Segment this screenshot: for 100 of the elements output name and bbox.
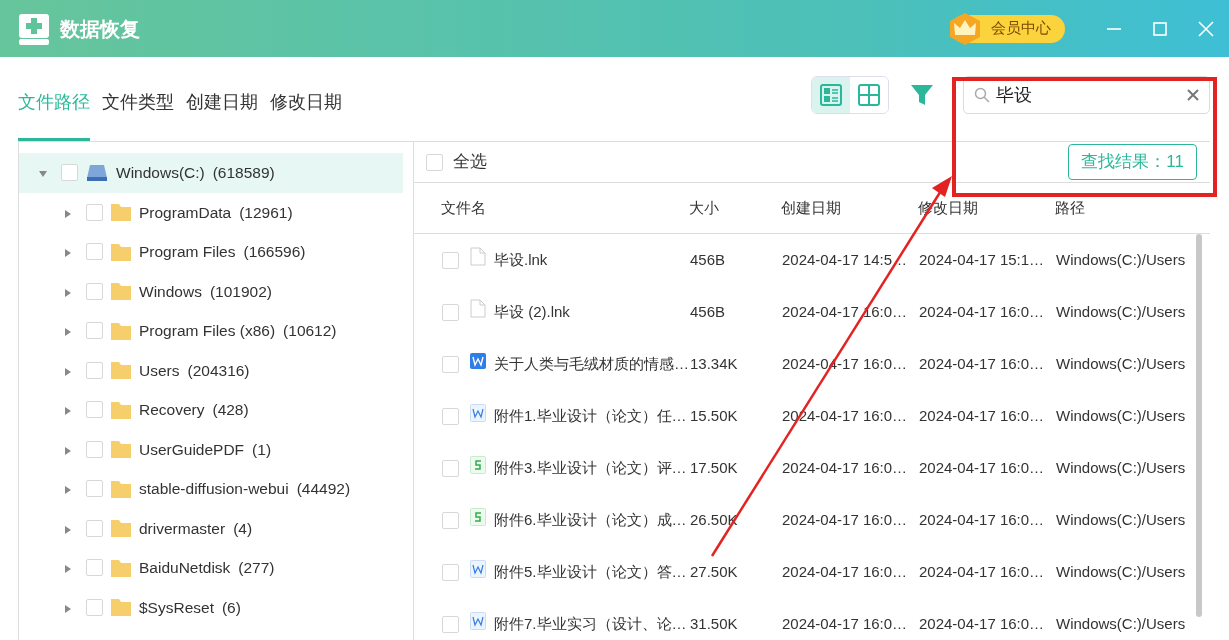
file-path: Windows(C:)/Users: [1056, 354, 1186, 372]
scrollbar[interactable]: [1196, 234, 1202, 617]
clear-icon[interactable]: [1187, 89, 1199, 101]
crown-icon: [947, 11, 983, 46]
item-count: (618589): [212, 163, 275, 184]
item-count: (204316): [187, 360, 250, 381]
checkbox[interactable]: [86, 480, 103, 498]
word-document-icon: [470, 352, 486, 369]
checkbox[interactable]: [442, 615, 459, 633]
created-date: 2024-04-17 16:0…: [782, 614, 908, 632]
folder-name: ProgramData: [139, 202, 232, 223]
caret-right-icon[interactable]: [64, 288, 72, 297]
item-count: (428): [212, 400, 249, 421]
caret-right-icon[interactable]: [64, 407, 72, 416]
file-path: Windows(C:)/Users: [1056, 406, 1186, 424]
tab[interactable]: 修改日期: [270, 89, 342, 141]
checkbox[interactable]: [86, 203, 103, 221]
checkbox[interactable]: [442, 407, 459, 425]
column-header[interactable]: 文件名: [441, 196, 689, 220]
folder-name: drivermaster: [139, 518, 226, 539]
checkbox[interactable]: [86, 401, 103, 419]
tree-item[interactable]: UserGuidePDF (1): [19, 429, 413, 469]
tree-item[interactable]: Program Files (x86) (10612): [19, 311, 413, 351]
column-header[interactable]: 大小: [689, 196, 781, 220]
file-size: 17.50K: [690, 458, 738, 476]
file-icon: [470, 247, 486, 267]
folder-name: UserGuidePDF: [139, 439, 245, 460]
checkbox[interactable]: [86, 361, 103, 379]
folder-icon: [111, 558, 131, 577]
close-icon[interactable]: [1197, 19, 1215, 38]
search-field[interactable]: 毕设: [963, 76, 1210, 114]
file-path: Windows(C:)/Users: [1056, 614, 1186, 632]
folder-icon: [111, 519, 131, 538]
column-header[interactable]: 创建日期: [781, 196, 918, 220]
checkbox[interactable]: [442, 303, 459, 321]
file-name: 附件6.毕业设计（论文）成…: [494, 510, 687, 528]
caret-right-icon[interactable]: [64, 525, 72, 534]
caret-right-icon[interactable]: [64, 565, 72, 574]
file-size: 31.50K: [690, 614, 738, 632]
tree-item[interactable]: Recovery (428): [19, 390, 413, 430]
modified-date: 2024-04-17 16:0…: [919, 406, 1045, 424]
tree-item[interactable]: ProgramData (12961): [19, 192, 413, 232]
tree-item[interactable]: drivermaster (4): [19, 508, 413, 548]
checkbox[interactable]: [86, 440, 103, 458]
caret-right-icon[interactable]: [64, 249, 72, 258]
caret-right-icon[interactable]: [64, 486, 72, 495]
caret-right-icon[interactable]: [64, 604, 72, 613]
word-document-icon: [470, 559, 486, 578]
folder-icon: [111, 400, 131, 419]
checkbox[interactable]: [426, 153, 443, 171]
file-size: 15.50K: [690, 406, 738, 424]
checkbox[interactable]: [86, 559, 103, 577]
select-all-label: 全选: [453, 151, 487, 174]
caret-right-icon[interactable]: [64, 328, 72, 337]
file-size: 27.50K: [690, 562, 738, 580]
folder-icon: [111, 361, 131, 380]
checkbox[interactable]: [442, 563, 459, 581]
tree-item[interactable]: Windows (101902): [19, 271, 413, 311]
item-count: (277): [238, 558, 275, 579]
tree-item[interactable]: Users (204316): [19, 350, 413, 390]
checkbox[interactable]: [86, 243, 103, 261]
checkbox[interactable]: [442, 459, 459, 477]
tree-item[interactable]: stable-diffusion-webui (44492): [19, 469, 413, 509]
file-path: Windows(C:)/Users: [1056, 562, 1186, 580]
vip-center-button[interactable]: 会员中心: [951, 14, 1065, 43]
checkbox[interactable]: [442, 355, 459, 373]
file-name: 附件7.毕业实习（设计、论…: [494, 614, 687, 632]
caret-down-icon[interactable]: [39, 170, 47, 179]
tab[interactable]: 创建日期: [186, 89, 258, 141]
caret-right-icon[interactable]: [64, 209, 72, 218]
checkbox[interactable]: [442, 511, 459, 529]
folder-name: BaiduNetdisk: [139, 558, 231, 579]
file-icon: [470, 299, 486, 319]
checkbox[interactable]: [86, 598, 103, 616]
folder-icon: [111, 479, 131, 498]
item-count: (44492): [296, 479, 351, 500]
tab[interactable]: 文件类型: [102, 89, 174, 141]
tree-item[interactable]: $SysReset (6): [19, 587, 413, 627]
column-header[interactable]: 路径: [1055, 196, 1195, 220]
folder-icon: [111, 242, 131, 261]
tree-item[interactable]: BaiduNetdisk (277): [19, 548, 413, 588]
item-count: (166596): [243, 242, 306, 263]
item-count: (101902): [209, 281, 272, 302]
checkbox[interactable]: [86, 322, 103, 340]
folder-name: Program Files (x86): [139, 321, 276, 342]
tree-item-selected[interactable]: Windows(C:) (618589): [19, 153, 403, 193]
list-view-icon[interactable]: [812, 77, 850, 113]
drive-icon: [86, 163, 108, 182]
checkbox[interactable]: [86, 519, 103, 537]
caret-right-icon[interactable]: [64, 367, 72, 376]
checkbox[interactable]: [61, 164, 78, 182]
maximize-icon[interactable]: [1152, 20, 1168, 37]
modified-date: 2024-04-17 16:0…: [919, 302, 1045, 320]
item-count: (6): [221, 597, 241, 618]
created-date: 2024-04-17 16:0…: [782, 458, 908, 476]
checkbox[interactable]: [442, 251, 459, 269]
caret-right-icon[interactable]: [64, 446, 72, 455]
tree-item[interactable]: Program Files (166596): [19, 232, 413, 272]
checkbox[interactable]: [86, 282, 103, 300]
created-date: 2024-04-17 16:0…: [782, 510, 908, 528]
